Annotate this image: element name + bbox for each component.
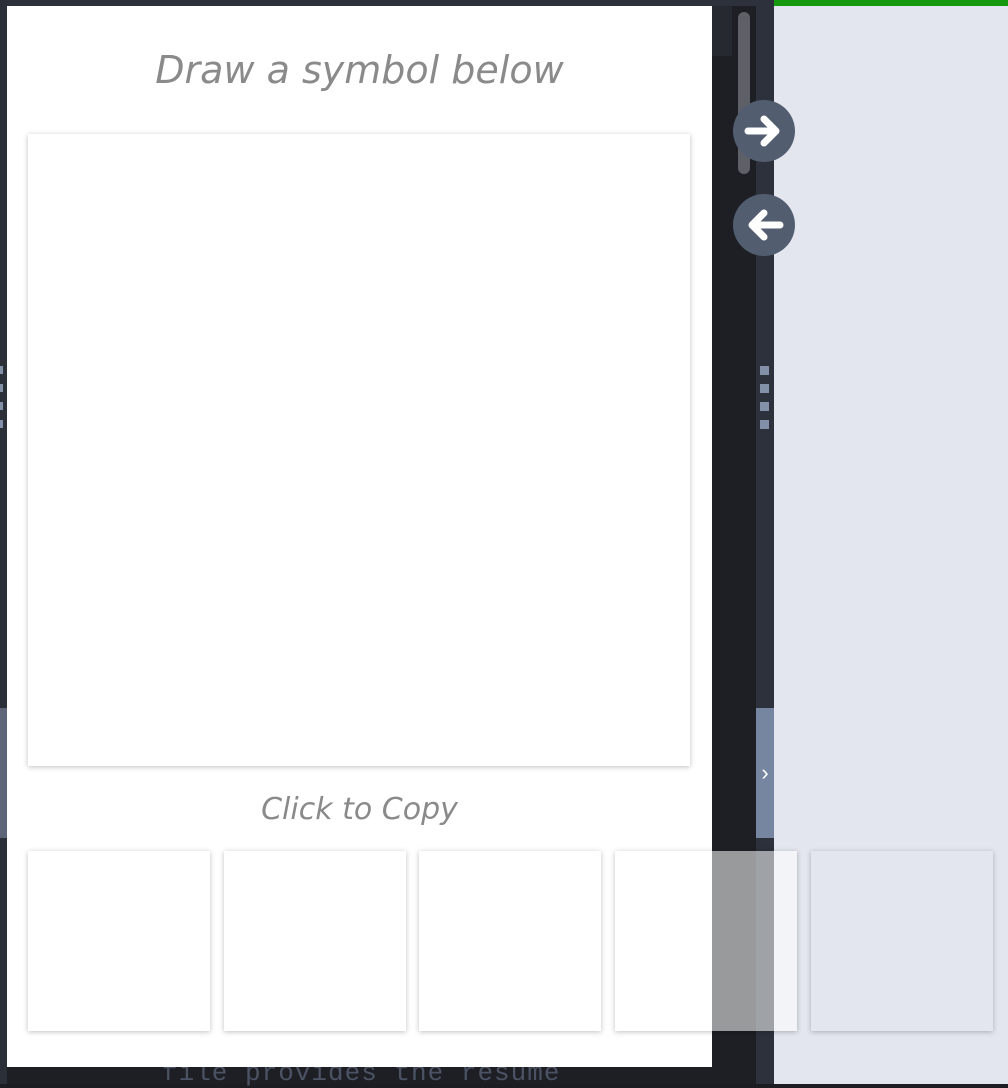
left-splitter[interactable] [0,0,7,1084]
previous-button[interactable] [733,194,795,256]
left-splitter-grip[interactable] [0,366,3,438]
copy-label: Click to Copy [261,792,458,827]
popup-title: Draw a symbol below [155,48,564,92]
drawing-canvas[interactable] [28,134,690,766]
arrow-left-icon [744,205,784,245]
symbol-candidate-1[interactable] [28,851,210,1031]
arrow-right-icon [744,111,784,151]
symbol-candidate-4[interactable] [615,851,797,1031]
editor-tab[interactable] [712,6,732,56]
progress-bar [774,0,1008,6]
left-collapse-button[interactable] [0,708,7,838]
symbol-candidate-5[interactable] [811,851,993,1031]
next-button[interactable] [733,100,795,162]
splitter-collapse-button[interactable]: › [756,708,774,838]
symbol-candidate-2[interactable] [224,851,406,1031]
symbol-candidate-3[interactable] [419,851,601,1031]
splitter-grip[interactable] [760,366,769,438]
